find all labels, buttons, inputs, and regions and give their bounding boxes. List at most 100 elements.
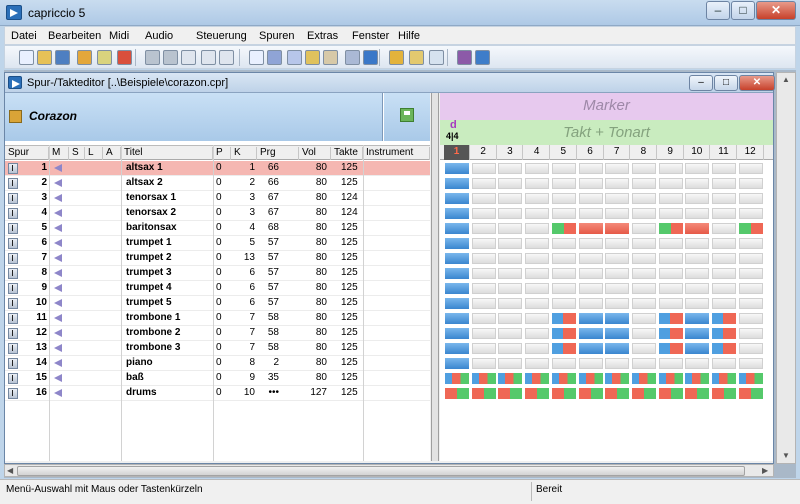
empty-bar-cell[interactable] [658, 298, 683, 309]
empty-bar-cell[interactable] [525, 328, 550, 339]
vertical-scrollbar[interactable]: ▲ ▼ [776, 72, 796, 464]
empty-bar-cell[interactable] [551, 163, 576, 174]
empty-bar-cell[interactable] [605, 268, 630, 279]
empty-bar-cell[interactable] [551, 358, 576, 369]
empty-bar-cell[interactable] [578, 283, 603, 294]
empty-bar-cell[interactable] [525, 343, 550, 354]
pattern-block[interactable] [551, 328, 576, 339]
bar-number[interactable]: 5 [551, 145, 577, 160]
track-row[interactable]: 4 tenorsax 2 0 3 67 80 124 [5, 206, 430, 221]
pattern-block[interactable] [578, 223, 603, 234]
pattern-block[interactable] [445, 208, 469, 219]
score-icon[interactable] [287, 50, 302, 65]
col-mute[interactable]: M [49, 147, 69, 160]
empty-bar-cell[interactable] [605, 193, 630, 204]
empty-bar-cell[interactable] [498, 163, 523, 174]
empty-bar-cell[interactable] [605, 163, 630, 174]
empty-bar-cell[interactable] [631, 208, 656, 219]
col-instrument[interactable]: Instrument [363, 147, 430, 160]
pattern-block[interactable] [658, 373, 683, 384]
empty-bar-cell[interactable] [712, 298, 736, 309]
pattern-block[interactable] [658, 223, 683, 234]
menu-midi[interactable]: Midi [109, 30, 129, 42]
empty-bar-cell[interactable] [551, 298, 576, 309]
empty-bar-cell[interactable] [631, 268, 656, 279]
empty-bar-cell[interactable] [525, 208, 550, 219]
menu-hilfe[interactable]: Hilfe [398, 30, 420, 42]
pattern-block[interactable] [551, 313, 576, 324]
empty-bar-cell[interactable] [712, 223, 736, 234]
pattern-block[interactable] [445, 253, 469, 264]
pattern-block[interactable] [498, 388, 523, 399]
list-icon[interactable] [429, 50, 444, 65]
bar-number[interactable]: 8 [631, 145, 657, 160]
pattern-block[interactable] [685, 343, 710, 354]
empty-bar-cell[interactable] [631, 328, 656, 339]
pattern-block[interactable] [738, 223, 763, 234]
bar-number[interactable]: 12 [738, 145, 764, 160]
empty-bar-cell[interactable] [498, 253, 523, 264]
pattern-block[interactable] [685, 313, 710, 324]
meter-key-lane[interactable]: d 4|4 Takt + Tonart [440, 119, 773, 145]
empty-bar-cell[interactable] [578, 163, 603, 174]
empty-bar-cell[interactable] [525, 268, 550, 279]
editor-close-button[interactable]: ✕ [739, 75, 775, 91]
pattern-block[interactable] [712, 328, 736, 339]
minimize-button[interactable]: – [706, 1, 730, 20]
pattern-block[interactable] [578, 313, 603, 324]
empty-bar-cell[interactable] [631, 223, 656, 234]
pattern-block[interactable] [578, 388, 603, 399]
pattern-block[interactable] [605, 223, 630, 234]
save-icon[interactable] [55, 50, 70, 65]
track-row[interactable]: 7 trumpet 2 0 13 57 80 125 [5, 251, 430, 266]
empty-bar-cell[interactable] [685, 193, 710, 204]
empty-bar-cell[interactable] [578, 178, 603, 189]
empty-bar-cell[interactable] [471, 298, 496, 309]
pattern-block[interactable] [445, 298, 469, 309]
editor-minimize-button[interactable]: – [689, 75, 713, 91]
col-volume[interactable]: Vol [299, 147, 331, 160]
pattern-block[interactable] [498, 373, 523, 384]
empty-bar-cell[interactable] [658, 253, 683, 264]
pattern-block[interactable] [712, 388, 736, 399]
empty-bar-cell[interactable] [712, 163, 736, 174]
empty-bar-cell[interactable] [525, 283, 550, 294]
pattern-block[interactable] [658, 328, 683, 339]
empty-bar-cell[interactable] [498, 328, 523, 339]
empty-bar-cell[interactable] [605, 208, 630, 219]
empty-bar-cell[interactable] [498, 178, 523, 189]
empty-bar-cell[interactable] [605, 283, 630, 294]
panel-splitter[interactable] [431, 93, 439, 461]
empty-bar-cell[interactable] [578, 358, 603, 369]
pattern-block[interactable] [551, 388, 576, 399]
pattern-block[interactable] [738, 373, 763, 384]
song-export-button[interactable] [384, 93, 430, 141]
new-icon[interactable] [19, 50, 34, 65]
menu-extras[interactable]: Extras [307, 30, 338, 42]
empty-bar-cell[interactable] [471, 238, 496, 249]
pattern-block[interactable] [605, 313, 630, 324]
col-bars[interactable]: Takte [331, 147, 363, 160]
empty-bar-cell[interactable] [685, 358, 710, 369]
track-row[interactable]: 6 trumpet 1 0 5 57 80 125 [5, 236, 430, 251]
track-row[interactable]: 3 tenorsax 1 0 3 67 80 124 [5, 191, 430, 206]
track-row[interactable]: 11 trombone 1 0 7 58 80 125 [5, 311, 430, 326]
pattern-block[interactable] [445, 388, 469, 399]
empty-bar-cell[interactable] [631, 253, 656, 264]
empty-bar-cell[interactable] [471, 358, 496, 369]
empty-bar-cell[interactable] [578, 253, 603, 264]
empty-bar-cell[interactable] [471, 163, 496, 174]
speaker-icon[interactable] [54, 194, 62, 202]
empty-bar-cell[interactable] [685, 238, 710, 249]
empty-bar-cell[interactable] [738, 298, 763, 309]
menu-spuren[interactable]: Spuren [259, 30, 294, 42]
bar-number[interactable]: 4 [524, 145, 551, 160]
empty-bar-cell[interactable] [738, 208, 763, 219]
pattern-block[interactable] [685, 223, 710, 234]
empty-bar-cell[interactable] [631, 343, 656, 354]
pattern-block[interactable] [525, 373, 550, 384]
pattern-block[interactable] [631, 388, 656, 399]
mixer-icon[interactable] [323, 50, 338, 65]
empty-bar-cell[interactable] [712, 268, 736, 279]
pattern-block[interactable] [685, 328, 710, 339]
